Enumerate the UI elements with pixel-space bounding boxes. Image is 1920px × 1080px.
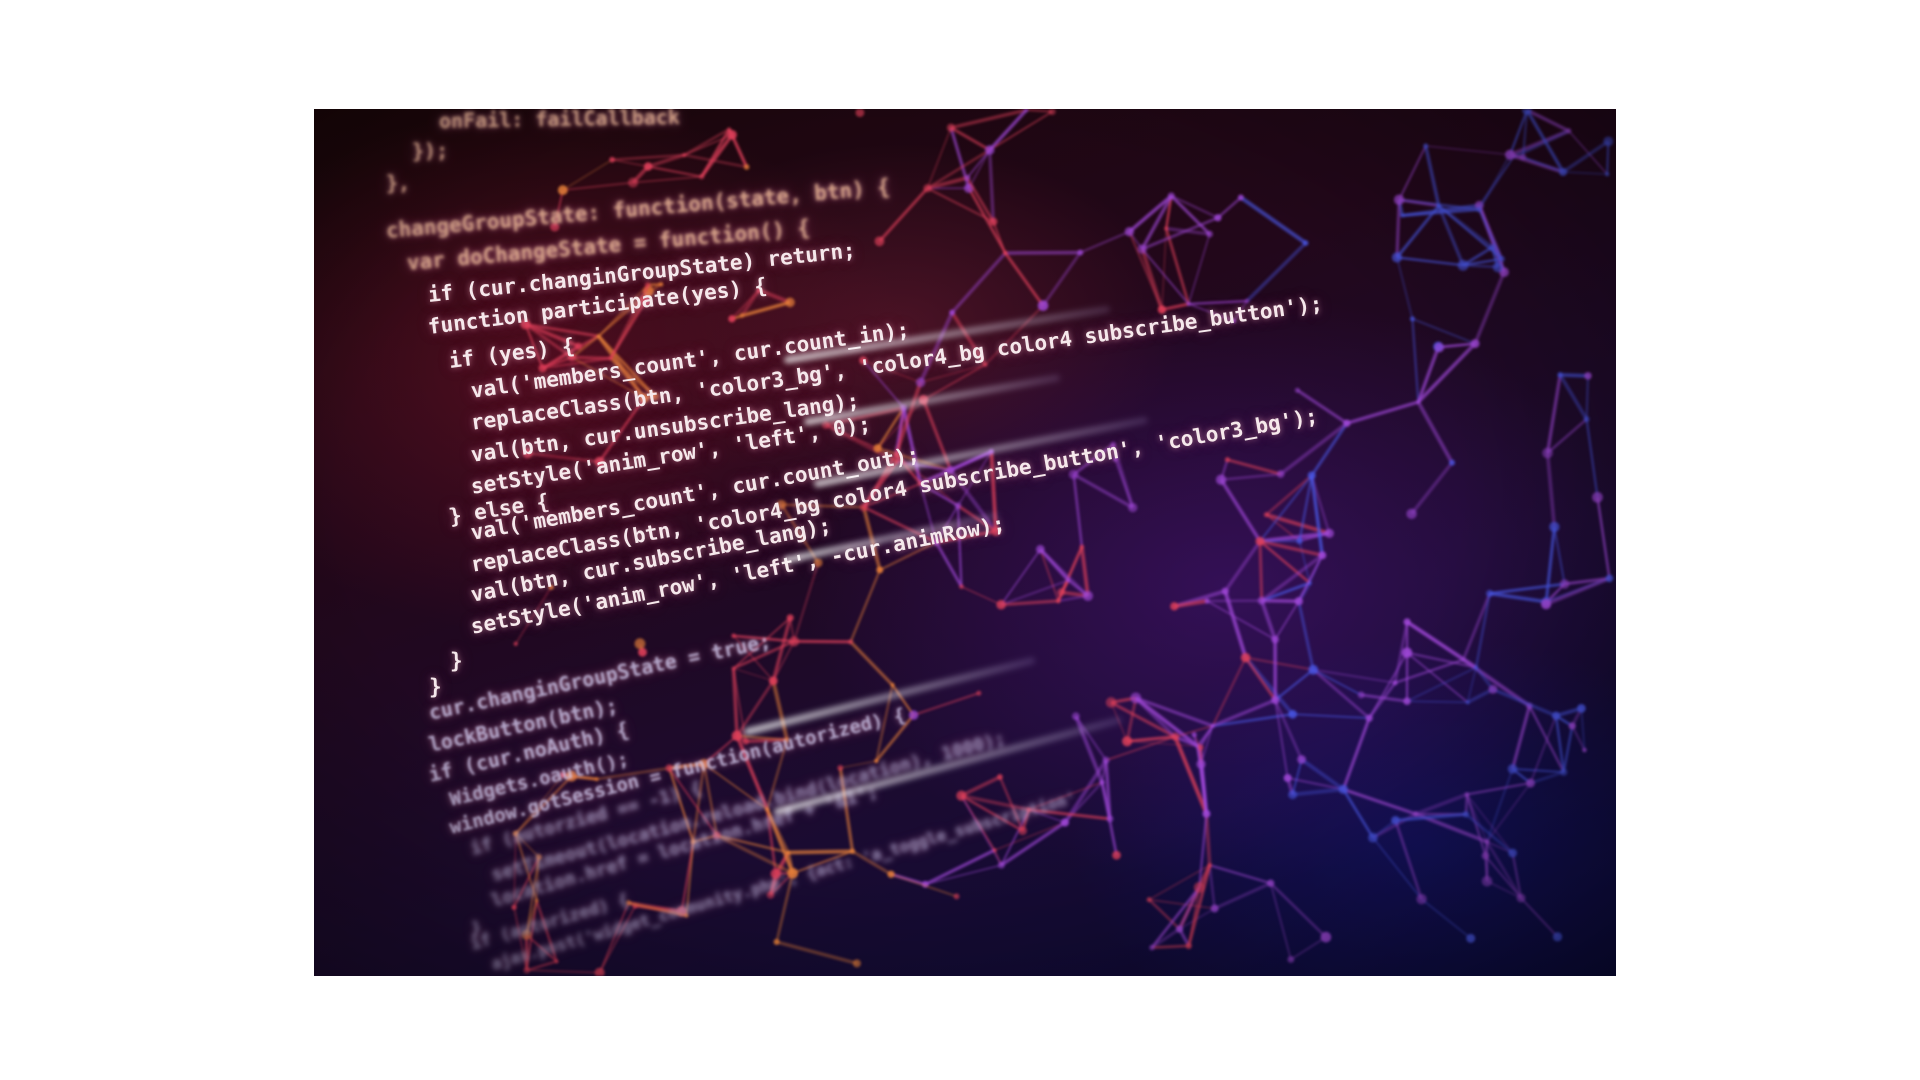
code-photo: onFail: failCallback }); }, changeGroupS… bbox=[314, 109, 1616, 976]
code-line: } bbox=[450, 649, 463, 673]
code-line: onFail: failCallback bbox=[438, 109, 681, 133]
code-line: }, bbox=[385, 170, 411, 195]
code-line: } bbox=[429, 675, 442, 699]
code-line: }); bbox=[411, 138, 449, 163]
code-text-block: onFail: failCallback }); }, changeGroupS… bbox=[314, 109, 1616, 976]
